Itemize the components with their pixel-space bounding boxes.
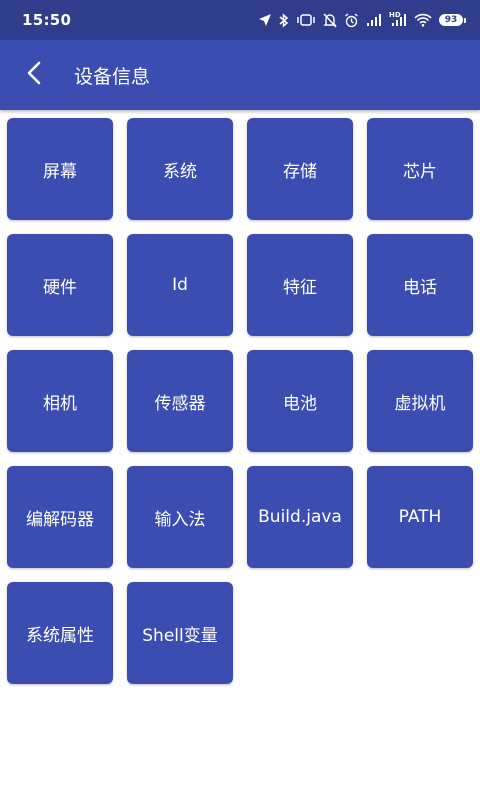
tile-hardware[interactable]: 硬件 [7,234,113,336]
signal-icon [366,13,382,27]
tile-camera[interactable]: 相机 [7,350,113,452]
tile-build-java[interactable]: Build.java [247,466,353,568]
battery-icon: 93 [439,14,466,26]
app-bar: 设备信息 [0,40,480,110]
status-time: 15:50 [22,11,72,29]
hd-signal-icon: HD [389,10,407,27]
tile-virtual-machine[interactable]: 虚拟机 [367,350,473,452]
battery-tip [464,17,466,23]
tile-features[interactable]: 特征 [247,234,353,336]
status-bar: 15:50 HD 93 [0,0,480,40]
category-grid: 屏幕 系统 存储 芯片 硬件 Id 特征 电话 相机 传感器 电池 虚拟机 编解… [7,118,473,684]
tile-path[interactable]: PATH [367,466,473,568]
status-icons: HD 93 [258,10,466,28]
tile-id[interactable]: Id [127,234,233,336]
tile-screen[interactable]: 屏幕 [7,118,113,220]
bluetooth-icon [279,12,289,28]
tile-shell-variables[interactable]: Shell变量 [127,582,233,684]
back-button[interactable] [6,40,62,110]
tile-chip[interactable]: 芯片 [367,118,473,220]
tile-sensors[interactable]: 传感器 [127,350,233,452]
alarm-icon [344,12,359,28]
vibrate-icon [296,14,316,26]
tile-battery[interactable]: 电池 [247,350,353,452]
hd-label: HD [389,10,401,19]
tile-system[interactable]: 系统 [127,118,233,220]
wifi-icon [414,13,432,27]
location-arrow-icon [258,13,272,27]
back-arrow-icon [27,61,41,89]
tile-storage[interactable]: 存储 [247,118,353,220]
tile-input-method[interactable]: 输入法 [127,466,233,568]
tile-codecs[interactable]: 编解码器 [7,466,113,568]
mute-bell-icon [323,13,337,28]
battery-level: 93 [439,14,463,26]
page-title: 设备信息 [74,65,151,88]
tile-system-properties[interactable]: 系统属性 [7,582,113,684]
tile-phone[interactable]: 电话 [367,234,473,336]
